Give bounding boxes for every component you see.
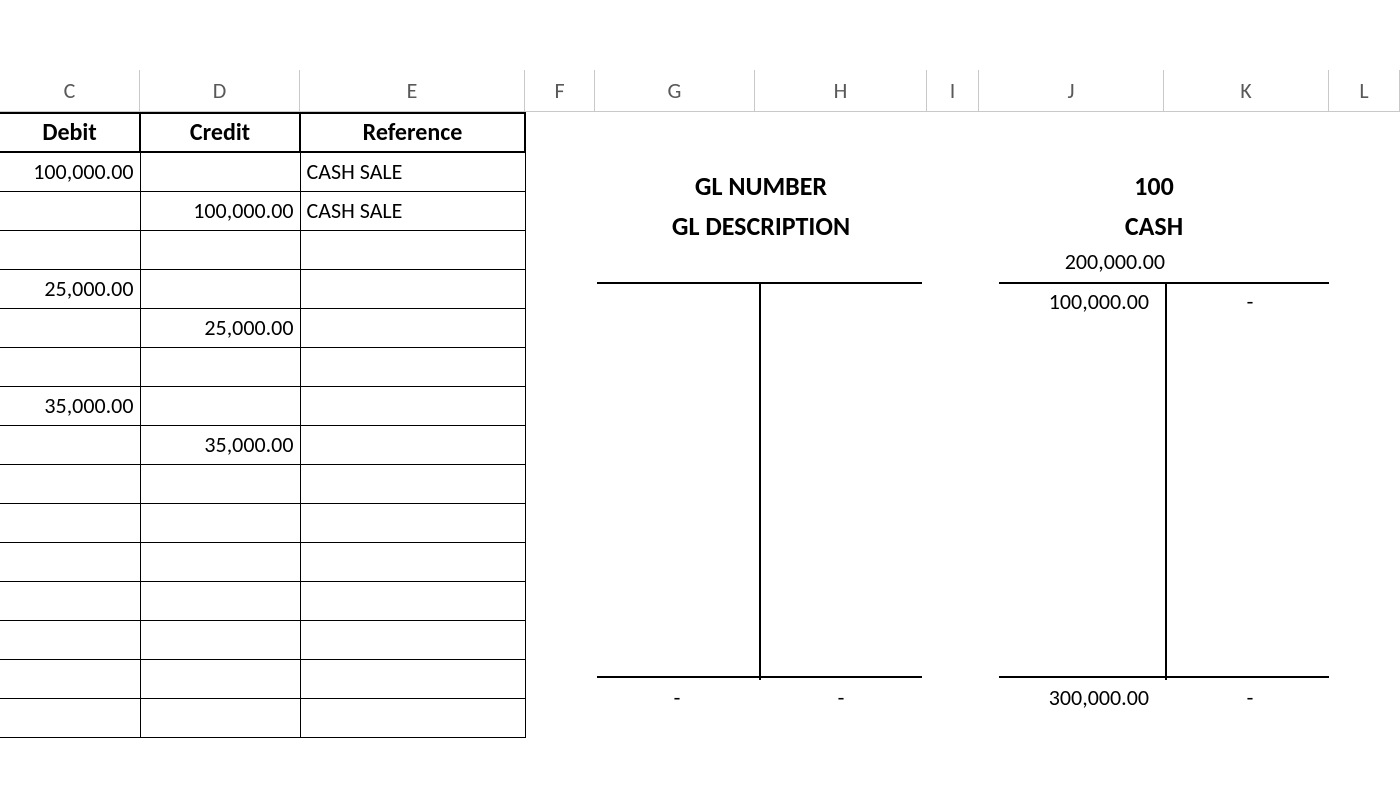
ledger-cell-reference[interactable]: [300, 503, 525, 542]
col-header-G[interactable]: G: [595, 70, 755, 112]
ledger-cell-debit[interactable]: [0, 620, 140, 659]
table-row: 35,000.00: [0, 425, 525, 464]
t-right-total-debit[interactable]: 300,000.00: [999, 684, 1159, 711]
ledger-cell-debit[interactable]: [0, 581, 140, 620]
gl-number-value[interactable]: 100: [979, 170, 1329, 202]
col-header-H[interactable]: H: [755, 70, 927, 112]
col-header-F[interactable]: F: [525, 70, 595, 112]
column-headers: C D E F G H I J K L: [0, 70, 1400, 112]
ledger-cell-reference[interactable]: [300, 620, 525, 659]
gl-number-label: GL NUMBER: [595, 170, 927, 202]
ledger-cell-credit[interactable]: [140, 464, 300, 503]
ledger-cell-debit[interactable]: [0, 191, 140, 230]
col-header-C[interactable]: C: [0, 70, 140, 112]
ledger-cell-credit[interactable]: [140, 347, 300, 386]
ledger-cell-debit[interactable]: [0, 308, 140, 347]
ledger-cell-credit[interactable]: [140, 620, 300, 659]
col-header-K[interactable]: K: [1164, 70, 1329, 112]
ledger-cell-credit[interactable]: [140, 542, 300, 581]
ledger-table: Debit Credit Reference 100,000.00CASH SA…: [0, 112, 526, 738]
ledger-cell-debit[interactable]: [0, 542, 140, 581]
table-row: [0, 230, 525, 269]
table-row: 25,000.00: [0, 269, 525, 308]
ledger-cell-credit[interactable]: [140, 386, 300, 425]
table-row: [0, 659, 525, 698]
ledger-cell-credit[interactable]: [140, 269, 300, 308]
table-row: [0, 503, 525, 542]
ledger-cell-credit[interactable]: 35,000.00: [140, 425, 300, 464]
gl-description-value[interactable]: CASH: [979, 210, 1329, 242]
ledger-cell-credit[interactable]: [140, 698, 300, 737]
ledger-cell-credit[interactable]: [140, 152, 300, 191]
ledger-header-reference[interactable]: Reference: [300, 113, 525, 152]
ledger-cell-credit[interactable]: [140, 581, 300, 620]
ledger-cell-reference[interactable]: [300, 464, 525, 503]
ledger-cell-debit[interactable]: [0, 347, 140, 386]
col-header-E[interactable]: E: [300, 70, 525, 112]
t-left-total-credit[interactable]: -: [761, 684, 921, 711]
t-left-divider: [759, 282, 761, 680]
ledger-cell-debit[interactable]: [0, 425, 140, 464]
t-right-divider: [1165, 282, 1167, 680]
ledger-cell-credit[interactable]: [140, 659, 300, 698]
table-row: [0, 542, 525, 581]
ledger-cell-reference[interactable]: [300, 581, 525, 620]
t-right-debit-1[interactable]: 100,000.00: [999, 288, 1159, 315]
col-header-I[interactable]: I: [927, 70, 979, 112]
gl-description-label: GL DESCRIPTION: [595, 210, 927, 242]
t-right-top-border: [999, 282, 1329, 284]
t-right-bottom-border: [999, 676, 1329, 678]
ledger-cell-reference[interactable]: [300, 425, 525, 464]
table-row: 100,000.00CASH SALE: [0, 191, 525, 230]
table-row: [0, 347, 525, 386]
table-row: [0, 620, 525, 659]
ledger-cell-credit[interactable]: 25,000.00: [140, 308, 300, 347]
ledger-cell-reference[interactable]: [300, 698, 525, 737]
ledger-cell-debit[interactable]: [0, 503, 140, 542]
table-row: [0, 464, 525, 503]
ledger-cell-reference[interactable]: [300, 308, 525, 347]
ledger-cell-credit[interactable]: [140, 230, 300, 269]
ledger-cell-reference[interactable]: [300, 230, 525, 269]
ledger-cell-debit[interactable]: [0, 659, 140, 698]
t-left-bottom-border: [597, 676, 922, 678]
t-left-total-debit[interactable]: -: [597, 684, 757, 711]
ledger-cell-debit[interactable]: [0, 698, 140, 737]
ledger-cell-debit[interactable]: 100,000.00: [0, 152, 140, 191]
gl-balance-value[interactable]: 200,000.00: [1025, 248, 1165, 275]
col-header-J[interactable]: J: [979, 70, 1164, 112]
ledger-cell-credit[interactable]: 100,000.00: [140, 191, 300, 230]
table-row: 100,000.00 CASH SALE: [0, 152, 525, 191]
ledger-cell-reference[interactable]: CASH SALE: [300, 191, 525, 230]
ledger-header-credit[interactable]: Credit: [140, 113, 300, 152]
t-right-credit-1[interactable]: -: [1170, 288, 1330, 315]
ledger-cell-reference[interactable]: [300, 386, 525, 425]
ledger-cell-debit[interactable]: 25,000.00: [0, 269, 140, 308]
ledger-cell-debit[interactable]: 35,000.00: [0, 386, 140, 425]
col-header-D[interactable]: D: [140, 70, 300, 112]
table-row: [0, 581, 525, 620]
table-row: 35,000.00: [0, 386, 525, 425]
ledger-cell-debit[interactable]: [0, 464, 140, 503]
ledger-cell-debit[interactable]: [0, 230, 140, 269]
ledger-header-debit[interactable]: Debit: [0, 113, 140, 152]
t-right-total-credit[interactable]: -: [1170, 684, 1330, 711]
ledger-cell-credit[interactable]: [140, 503, 300, 542]
ledger-cell-reference[interactable]: [300, 347, 525, 386]
ledger-cell-reference[interactable]: [300, 542, 525, 581]
col-header-L[interactable]: L: [1329, 70, 1400, 112]
ledger-cell-reference[interactable]: [300, 269, 525, 308]
table-row: 25,000.00: [0, 308, 525, 347]
table-row: [0, 698, 525, 737]
ledger-cell-reference[interactable]: CASH SALE: [300, 152, 525, 191]
ledger-cell-reference[interactable]: [300, 659, 525, 698]
